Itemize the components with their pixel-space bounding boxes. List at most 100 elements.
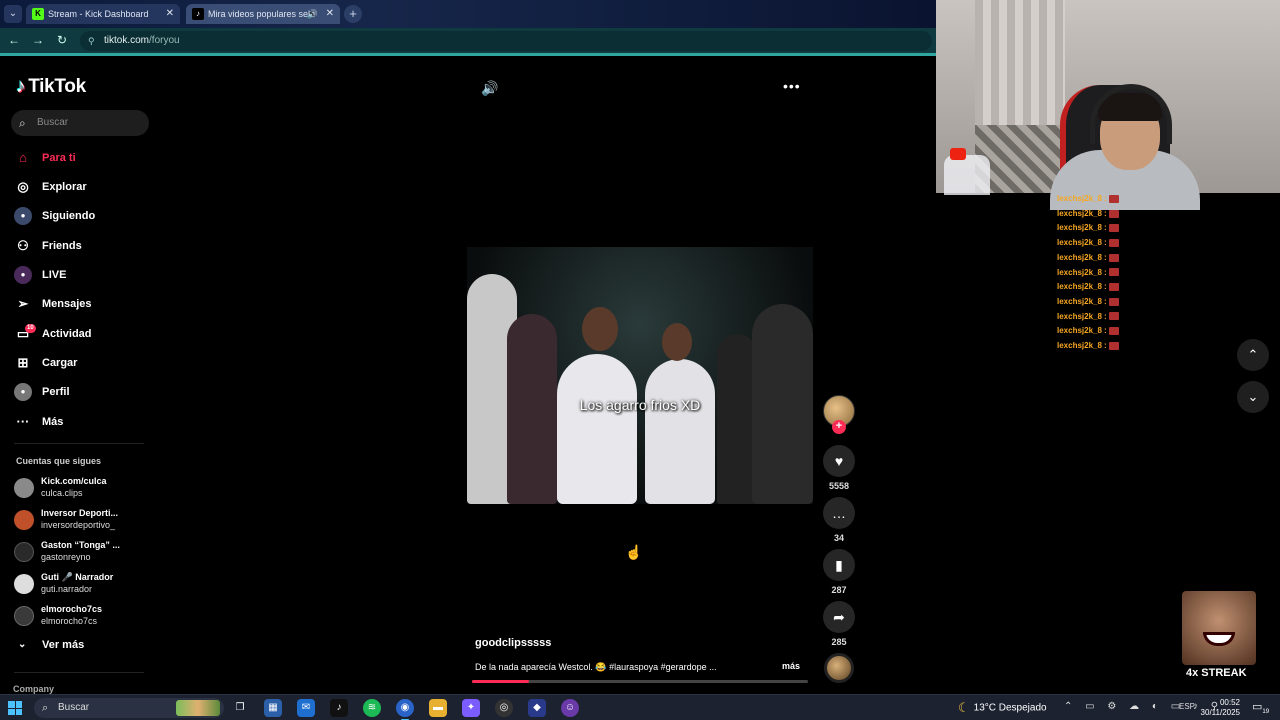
- file-explorer-icon[interactable]: ▬: [429, 699, 447, 717]
- weather-widget[interactable]: ☾ 13°C Despejado: [958, 700, 1047, 716]
- search-input[interactable]: ⌕ Buscar: [11, 110, 149, 136]
- comment-action[interactable]: … 34: [823, 497, 855, 543]
- following-account[interactable]: elmorocho7cs elmorocho7cs: [14, 602, 154, 630]
- chrome-icon[interactable]: ◉: [396, 699, 414, 720]
- task-view-icon[interactable]: ❐: [231, 699, 249, 717]
- back-icon[interactable]: ←: [6, 33, 22, 47]
- url-input[interactable]: ⚲ tiktok.com/foryou: [80, 31, 932, 51]
- nav-siguiendo[interactable]: ● Siguiendo: [14, 204, 154, 228]
- account-name: elmorocho7cs: [41, 604, 103, 614]
- compass-icon: ◎: [17, 179, 29, 194]
- nav-perfil[interactable]: ● Perfil: [14, 380, 154, 404]
- tab-title: Mira videos populares sele: [208, 9, 316, 19]
- chat-message: lexchsj2k_8:: [1057, 297, 1119, 306]
- copilot-icon[interactable]: ✦: [462, 699, 480, 717]
- weather-text: 13°C Despejado: [973, 702, 1047, 714]
- save-action[interactable]: ▮ 287: [823, 549, 855, 595]
- chat-separator: :: [1103, 296, 1107, 306]
- chat-username: lexchsj2k_8: [1057, 252, 1102, 262]
- tab-list-chevron-icon[interactable]: ⌄: [4, 5, 22, 23]
- share-icon[interactable]: ➦: [823, 601, 855, 633]
- reload-icon[interactable]: ↻: [54, 33, 70, 47]
- nav-live[interactable]: ● LIVE: [14, 263, 154, 287]
- tiktok-logo[interactable]: ♪ TikTok: [16, 76, 86, 98]
- language-indicator[interactable]: ESP: [1179, 702, 1195, 711]
- heart-icon[interactable]: ♥: [823, 445, 855, 477]
- store-icon[interactable]: ▦: [264, 699, 282, 717]
- forward-icon[interactable]: →: [30, 33, 46, 47]
- next-video-button[interactable]: ⌄: [1237, 381, 1269, 413]
- nav-mensajes[interactable]: ➢ Mensajes: [14, 292, 154, 316]
- video-progress-bar[interactable]: [472, 680, 808, 683]
- mouse-cursor-icon: ☝: [625, 544, 643, 560]
- divider: [14, 672, 144, 673]
- account-username: elmorocho7cs: [41, 616, 98, 626]
- see-more-button[interactable]: ⌄ Ver más: [14, 639, 84, 651]
- nav-mas[interactable]: ··· Más: [14, 410, 154, 434]
- close-tab-icon[interactable]: ✕: [166, 4, 174, 24]
- nav-label: Siguiendo: [42, 210, 96, 222]
- close-tab-icon[interactable]: ✕: [326, 4, 334, 24]
- like-action[interactable]: ♥ 5558: [823, 445, 855, 491]
- chat-separator: :: [1103, 282, 1107, 292]
- taskbar-search[interactable]: ⌕ Buscar: [34, 698, 224, 718]
- friends-icon: ⚇: [17, 238, 29, 253]
- avatar: [14, 574, 34, 594]
- bottle: [944, 155, 990, 195]
- chat-separator: :: [1103, 341, 1107, 350]
- account-username: guti.narrador: [41, 584, 93, 594]
- outlook-icon[interactable]: ✉: [297, 699, 315, 717]
- tab-tiktok[interactable]: ♪ Mira videos populares sele 🔊 ✕: [186, 4, 340, 24]
- chat-message: lexchsj2k_8:: [1057, 282, 1119, 291]
- clock[interactable]: 00:52 30/11/2025: [1200, 698, 1240, 718]
- video-figure: [662, 323, 692, 361]
- nav-actividad[interactable]: ▭ 10 Actividad: [14, 322, 154, 346]
- notification-icon[interactable]: ▭19: [1252, 700, 1269, 715]
- spotify-icon[interactable]: ≋: [363, 699, 381, 717]
- follow-plus-icon[interactable]: +: [832, 420, 846, 434]
- following-account[interactable]: Kick.com/culca culca.clips: [14, 474, 154, 502]
- more-description-button[interactable]: más: [782, 661, 800, 671]
- nav-label: Friends: [42, 240, 82, 252]
- tab-audio-icon[interactable]: 🔊: [307, 4, 318, 24]
- nav-explorar[interactable]: ◎ Explorar: [14, 175, 154, 199]
- obs-icon[interactable]: ◎: [495, 699, 513, 717]
- chevron-down-icon: ⌄: [18, 639, 27, 650]
- following-section-title: Cuentas que sigues: [16, 456, 102, 466]
- comment-icon[interactable]: …: [823, 497, 855, 529]
- previous-video-button[interactable]: ⌃: [1237, 339, 1269, 371]
- share-action[interactable]: ➦ 285: [823, 601, 855, 647]
- video-figure: [717, 334, 757, 504]
- volume-icon[interactable]: 🔊: [481, 80, 498, 97]
- bookmark-icon[interactable]: ▮: [823, 549, 855, 581]
- app-icon[interactable]: ◆: [528, 699, 546, 717]
- video-player[interactable]: Los agarro frios XD: [467, 247, 813, 504]
- avatar: [14, 542, 34, 562]
- video-author[interactable]: goodclipsssss: [475, 637, 551, 649]
- nav-cargar[interactable]: ⊞ Cargar: [14, 351, 154, 375]
- more-dots-icon: ···: [16, 414, 30, 429]
- nav-label: LIVE: [42, 269, 67, 281]
- live-icon: ●: [14, 266, 32, 284]
- chat-message: lexchsj2k_8:: [1057, 223, 1119, 232]
- company-link[interactable]: Company: [13, 684, 54, 694]
- new-tab-button[interactable]: +: [344, 5, 362, 23]
- chat-emote-icon: [1108, 253, 1119, 262]
- tab-kick-dashboard[interactable]: K Stream - Kick Dashboard ✕: [26, 4, 180, 24]
- music-disc-icon[interactable]: [824, 653, 854, 683]
- following-account[interactable]: Gaston “Tonga” ... gastonreyno: [14, 538, 154, 566]
- nav-friends[interactable]: ⚇ Friends: [14, 234, 154, 258]
- account-username: inversordeportivo_: [41, 520, 116, 530]
- tiktok-app-icon[interactable]: ♪: [330, 699, 348, 717]
- site-info-icon[interactable]: ⚲: [88, 31, 95, 51]
- chat-username: lexchsj2k_8: [1057, 208, 1102, 218]
- discord-icon[interactable]: ☺: [561, 699, 579, 717]
- send-icon: ➢: [17, 296, 29, 311]
- nav-label: Cargar: [42, 357, 78, 369]
- nav-para-ti[interactable]: ⌂ Para ti: [14, 146, 154, 170]
- following-account[interactable]: Inversor Deporti... inversordeportivo_: [14, 506, 154, 534]
- chat-message: lexchsj2k_8:: [1057, 194, 1119, 203]
- following-account[interactable]: Guti 🎤 Narrador guti.narrador: [14, 570, 154, 598]
- more-options-icon[interactable]: •••: [783, 78, 801, 94]
- windows-start-icon[interactable]: [8, 701, 22, 715]
